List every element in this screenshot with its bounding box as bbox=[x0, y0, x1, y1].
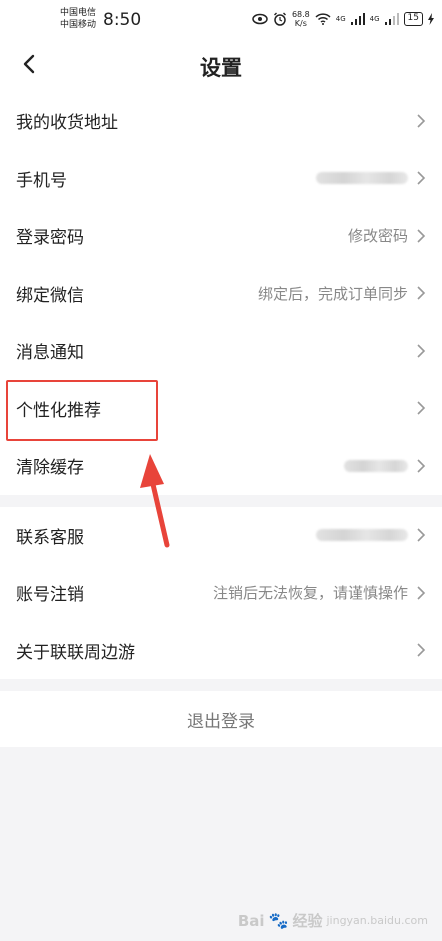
chevron-right-icon bbox=[417, 171, 426, 185]
settings-row-label: 消息通知 bbox=[16, 343, 84, 364]
chevron-right-icon bbox=[417, 459, 426, 473]
chevron-right-icon bbox=[417, 344, 426, 358]
watermark-site: jingyan.baidu.com bbox=[326, 914, 428, 927]
chevron-right-icon bbox=[417, 528, 426, 542]
settings-row-label: 登录密码 bbox=[16, 228, 84, 249]
settings-row[interactable]: 账号注销 注销后无法恢复，请谨慎操作 bbox=[0, 564, 442, 622]
chevron-right-icon bbox=[417, 586, 426, 600]
chevron-right-icon bbox=[417, 286, 426, 300]
settings-row-label: 清除缓存 bbox=[16, 458, 84, 479]
settings-group-2: 联系客服账号注销 注销后无法恢复，请谨慎操作关于联联周边游 bbox=[0, 506, 442, 680]
eye-icon bbox=[252, 13, 268, 25]
settings-row[interactable]: 消息通知 bbox=[0, 322, 442, 380]
settings-row[interactable]: 清除缓存 bbox=[0, 437, 442, 495]
battery-icon: 15 bbox=[403, 12, 423, 26]
settings-row[interactable]: 手机号 bbox=[0, 150, 442, 208]
chevron-right-icon bbox=[417, 229, 426, 243]
watermark: Bai 🐾 经验 jingyan.baidu.com bbox=[238, 910, 428, 931]
paw-logo-icon: 🐾 bbox=[268, 911, 289, 930]
blurred-value bbox=[316, 529, 408, 542]
settings-row[interactable]: 登录密码 修改密码 bbox=[0, 207, 442, 265]
carrier-info: 中国电信 中国移动 bbox=[60, 7, 96, 31]
signal-2-label: 4G bbox=[369, 15, 380, 23]
clock: 8:50 bbox=[103, 10, 142, 30]
system-icons: 68.8 K/s 4G 4G 15 bbox=[252, 10, 434, 28]
wifi-icon bbox=[315, 13, 331, 25]
settings-row[interactable]: 关于联联周边游 bbox=[0, 622, 442, 680]
settings-row-label: 关于联联周边游 bbox=[16, 642, 135, 663]
blurred-value bbox=[316, 172, 408, 185]
highlight-box bbox=[6, 380, 158, 441]
section-divider bbox=[0, 679, 442, 691]
network-speed-unit: K/s bbox=[294, 19, 307, 28]
chevron-right-icon bbox=[417, 401, 426, 415]
signal-icon bbox=[350, 13, 365, 25]
settings-row-value: 注销后无法恢复，请谨慎操作 bbox=[212, 584, 408, 603]
section-divider bbox=[0, 494, 442, 507]
carrier-1: 中国电信 bbox=[60, 8, 97, 18]
settings-row-value: 修改密码 bbox=[347, 227, 408, 246]
settings-row-label: 我的收货地址 bbox=[16, 113, 118, 134]
settings-row-value: 绑定后，完成订单同步 bbox=[257, 284, 408, 303]
chevron-right-icon bbox=[417, 643, 426, 657]
watermark-brand: Bai bbox=[237, 911, 265, 930]
signal-icon bbox=[384, 13, 399, 25]
alarm-icon bbox=[273, 12, 286, 26]
logout-button[interactable]: 退出登录 bbox=[0, 691, 442, 747]
settings-row-label: 账号注销 bbox=[16, 585, 84, 606]
watermark-brand-suffix: 经验 bbox=[292, 912, 323, 930]
charging-icon bbox=[428, 13, 434, 25]
settings-row-label: 绑定微信 bbox=[16, 285, 84, 306]
blurred-value bbox=[344, 459, 408, 472]
nav-header: 设置 bbox=[0, 40, 442, 92]
settings-row-label: 手机号 bbox=[16, 170, 67, 191]
settings-row[interactable]: 绑定微信 绑定后，完成订单同步 bbox=[0, 265, 442, 323]
settings-row[interactable]: 我的收货地址 bbox=[0, 92, 442, 150]
signal-1-label: 4G bbox=[335, 15, 346, 23]
page-title: 设置 bbox=[200, 56, 242, 80]
pointer-arrow-icon bbox=[140, 454, 170, 548]
chevron-right-icon bbox=[417, 114, 426, 128]
network-speed: 68.8 K/s bbox=[292, 10, 310, 28]
settings-row[interactable]: 联系客服 bbox=[0, 507, 442, 565]
status-bar: 中国电信 中国移动 8:50 68.8 K/s 4G 4G 15 bbox=[0, 0, 442, 40]
carrier-2: 中国移动 bbox=[60, 20, 97, 30]
network-speed-value: 68.8 bbox=[291, 10, 310, 19]
